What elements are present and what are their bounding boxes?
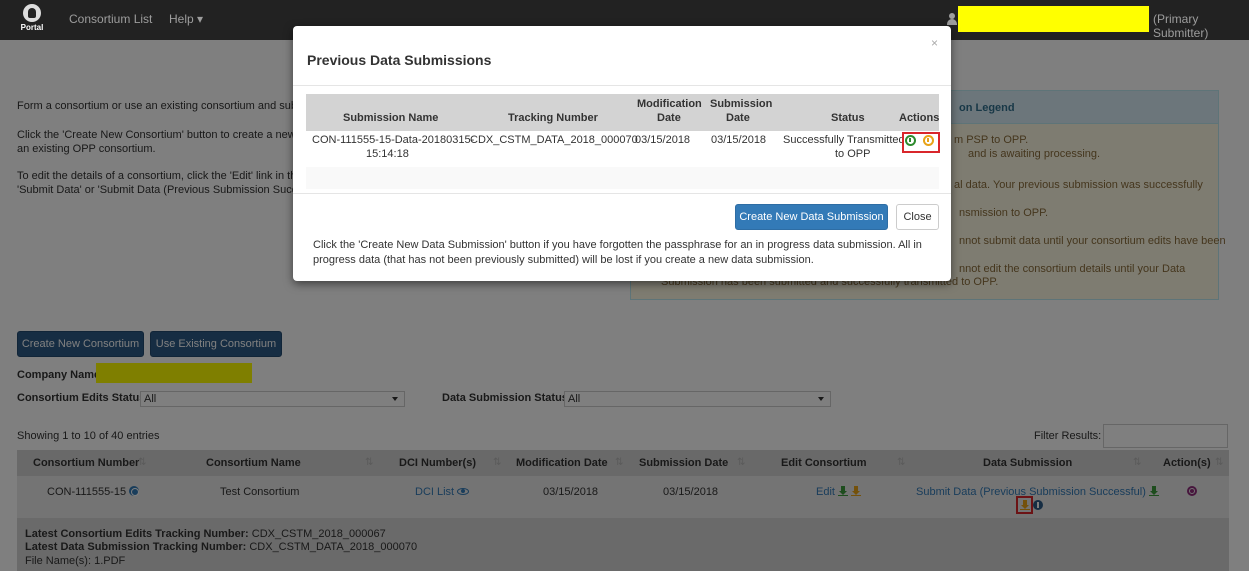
- divider: [293, 193, 951, 194]
- col-modification-date-1: Modification: [637, 98, 702, 110]
- user-role: (Primary Submitter): [1153, 12, 1209, 40]
- logo-icon: [23, 4, 41, 22]
- submission-name-1: CON-111555-15-Data-20180315-: [312, 134, 475, 146]
- col-modification-date-2: Date: [657, 112, 681, 124]
- col-tracking-number: Tracking Number: [508, 112, 598, 124]
- close-button[interactable]: Close: [896, 204, 939, 230]
- nav-consortium-list[interactable]: Consortium List: [69, 12, 152, 26]
- modal-note: Click the 'Create New Data Submission' b…: [313, 239, 922, 266]
- user-icon: [947, 13, 957, 25]
- col-submission-name: Submission Name: [343, 112, 439, 124]
- create-new-data-submission-button[interactable]: Create New Data Submission: [735, 204, 888, 230]
- close-icon[interactable]: ×: [931, 36, 938, 50]
- submission-row: CON-111555-15-Data-20180315- 15:14:18 CD…: [306, 131, 939, 167]
- submission-name-2: 15:14:18: [366, 148, 409, 160]
- user-name-redacted[interactable]: [958, 6, 1149, 32]
- submissions-table-header: Submission Name Tracking Number Modifica…: [306, 94, 939, 131]
- submission-status-2: to OPP: [835, 148, 871, 160]
- highlight-box: [902, 132, 940, 153]
- divider: [293, 85, 951, 86]
- portal-logo[interactable]: Portal: [15, 3, 49, 37]
- nav-help-menu[interactable]: Help ▾: [169, 12, 203, 26]
- submission-tracking: CDX_CSTM_DATA_2018_000070: [470, 134, 638, 146]
- modal-title: Previous Data Submissions: [307, 52, 492, 68]
- col-status: Status: [831, 112, 865, 124]
- logo-text: Portal: [20, 23, 44, 32]
- col-actions: Actions: [899, 112, 940, 124]
- submission-sub-date: 03/15/2018: [711, 134, 767, 146]
- submission-status-1: Successfully Transmitted: [783, 134, 905, 146]
- previous-submissions-modal: Previous Data Submissions × Submission N…: [293, 26, 951, 281]
- submission-mod-date: 03/15/2018: [635, 134, 691, 146]
- col-submission-date-1: Submission: [710, 98, 773, 110]
- col-submission-date-2: Date: [726, 112, 750, 124]
- submissions-table: Submission Name Tracking Number Modifica…: [306, 94, 939, 189]
